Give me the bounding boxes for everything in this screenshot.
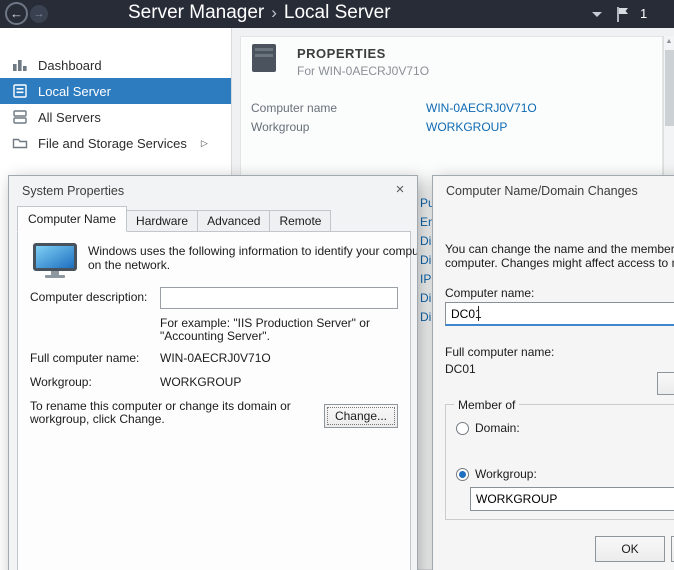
app-title: Server Manager [128, 2, 264, 23]
text-caret [478, 306, 479, 321]
scroll-up-icon[interactable]: ▲ [664, 36, 674, 48]
intro-text: computer. Changes might affect access to… [445, 256, 674, 270]
domain-radio[interactable]: Domain: [456, 421, 520, 435]
notification-count[interactable]: 1 [640, 6, 647, 21]
monitor-icon [32, 242, 78, 285]
workgroup-input[interactable] [470, 487, 674, 511]
sidebar-item-dashboard[interactable]: Dashboard [0, 52, 231, 78]
computer-description-label: Computer description: [30, 290, 147, 304]
sidebar-item-label: All Servers [38, 110, 101, 125]
breadcrumb-separator-icon: › [264, 3, 284, 22]
change-button[interactable]: Change... [324, 404, 398, 428]
scrollbar-thumb[interactable] [665, 50, 674, 126]
more-button-clipped[interactable] [657, 372, 674, 395]
computer-name-domain-changes-dialog: Computer Name/Domain Changes You can cha… [432, 175, 674, 570]
back-arrow-icon: ← [10, 6, 23, 21]
page-title: Local Server [284, 2, 391, 23]
domain-radio-label: Domain: [475, 421, 520, 435]
dashboard-icon [12, 57, 28, 73]
title-bar: ← → Server Manager›Local Server 1 [0, 0, 674, 28]
tab-strip: Computer Name Hardware Advanced Remote [17, 206, 330, 232]
chevron-down-icon[interactable] [592, 12, 602, 17]
property-label: Workgroup [251, 120, 309, 134]
breadcrumb: Server Manager›Local Server [128, 2, 391, 24]
dialog-title: System Properties [22, 184, 124, 198]
full-computer-name-label: Full computer name: [30, 351, 139, 365]
workgroup-radio[interactable]: Workgroup: [456, 467, 537, 481]
member-of-groupbox: Member of Domain: Workgroup: [445, 404, 674, 520]
sidebar-item-label: Dashboard [38, 58, 102, 73]
system-properties-dialog: System Properties × Computer Name Hardwa… [8, 175, 418, 570]
workgroup-radio-label: Workgroup: [475, 467, 537, 481]
storage-icon [12, 135, 28, 151]
sidebar-nav: Dashboard Local Server All Servers [0, 28, 231, 156]
sidebar-item-label: Local Server [38, 84, 111, 99]
property-value-link[interactable]: WIN-0AECRJ0V71O [426, 101, 537, 115]
property-label: Computer name [251, 101, 337, 115]
server-icon [12, 83, 28, 99]
forward-button[interactable]: → [30, 5, 48, 23]
tab-hardware[interactable]: Hardware [126, 210, 198, 232]
dialog-title: Computer Name/Domain Changes [446, 184, 638, 198]
sidebar-item-label: File and Storage Services [38, 136, 187, 151]
rename-hint-text: To rename this computer or change its do… [30, 399, 291, 413]
property-value-link[interactable]: WORKGROUP [426, 120, 507, 134]
sidebar-item-all-servers[interactable]: All Servers [0, 104, 231, 130]
example-text: "Accounting Server". [160, 329, 270, 343]
rename-hint-text: workgroup, click Change. [30, 412, 165, 426]
notification-flag-icon[interactable] [616, 6, 630, 28]
intro-text: You can change the name and the membersh… [445, 242, 674, 256]
tab-remote[interactable]: Remote [269, 210, 331, 232]
radio-unchecked-icon [456, 422, 469, 435]
intro-text: Windows uses the following information t… [88, 244, 418, 258]
sidebar-item-local-server[interactable]: Local Server [0, 78, 231, 104]
workgroup-value: WORKGROUP [160, 375, 241, 389]
member-of-label: Member of [454, 398, 519, 412]
computer-name-label: Computer name: [445, 286, 534, 300]
close-icon[interactable]: × [389, 180, 411, 200]
full-computer-name-value: WIN-0AECRJ0V71O [160, 351, 271, 365]
computer-description-input[interactable] [160, 287, 398, 309]
full-computer-name-label: Full computer name: [445, 345, 554, 359]
tab-advanced[interactable]: Advanced [197, 210, 270, 232]
sidebar-item-file-storage-services[interactable]: File and Storage Services ▷ [0, 130, 231, 156]
servers-stack-icon [12, 109, 28, 125]
tab-computer-name[interactable]: Computer Name [17, 206, 127, 232]
back-button[interactable]: ← [5, 2, 28, 25]
forward-arrow-icon: → [34, 8, 45, 20]
expand-chevron-icon[interactable]: ▷ [201, 138, 208, 149]
server-manager-window: ← → Server Manager›Local Server 1 [0, 0, 674, 570]
example-text: For example: "IIS Production Server" or [160, 316, 370, 330]
computer-name-tab-panel: Windows uses the following information t… [17, 231, 411, 570]
computer-name-input[interactable] [445, 302, 674, 326]
properties-title: PROPERTIES [297, 46, 386, 61]
radio-checked-icon [456, 468, 469, 481]
computer-name-field-wrap [445, 302, 674, 326]
workgroup-label: Workgroup: [30, 375, 92, 389]
intro-text: on the network. [88, 258, 170, 272]
server-tile-icon [251, 43, 277, 78]
properties-subtitle: For WIN-0AECRJ0V71O [297, 64, 429, 78]
ok-button[interactable]: OK [595, 536, 665, 562]
full-computer-name-value: DC01 [445, 362, 476, 376]
